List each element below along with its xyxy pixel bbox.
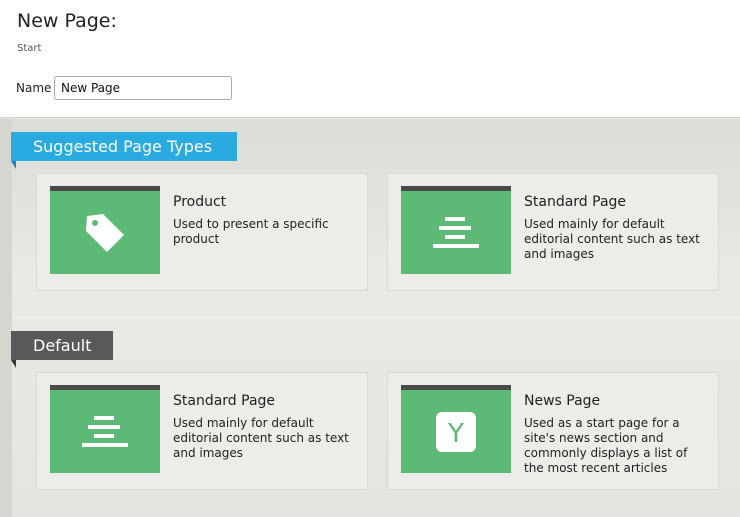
- page-title: New Page:: [17, 10, 117, 32]
- ribbon-fold: [11, 360, 16, 368]
- tag-icon: [50, 191, 160, 274]
- y-icon: Y: [401, 390, 511, 473]
- breadcrumb[interactable]: Start: [17, 43, 41, 54]
- text-lines-icon: [50, 390, 160, 473]
- card-title: Standard Page: [173, 393, 276, 409]
- page-type-card-product[interactable]: Product Used to present a specific produ…: [36, 173, 368, 291]
- card-description: Used to present a specific product: [173, 217, 329, 246]
- card-title: Standard Page: [524, 194, 627, 210]
- card-title: Product: [173, 194, 227, 210]
- page-type-card-standard-page[interactable]: Standard Page Used mainly for default ed…: [36, 372, 368, 490]
- card-title: News Page: [524, 393, 601, 409]
- card-description: Used mainly for default editorial conten…: [524, 217, 700, 261]
- section-ribbon-default: Default: [11, 331, 113, 360]
- card-thumbnail: [50, 385, 160, 473]
- card-description: Used as a start page for a site's news s…: [524, 416, 688, 475]
- card-thumbnail: [50, 186, 160, 274]
- name-label: Name: [16, 81, 52, 95]
- page-type-card-news-page[interactable]: Y News Page Used as a start page for a s…: [387, 372, 719, 490]
- svg-text:Y: Y: [447, 419, 464, 449]
- section-divider: [12, 317, 740, 318]
- card-thumbnail: Y: [401, 385, 511, 473]
- section-ribbon-suggested: Suggested Page Types: [11, 132, 237, 161]
- page-type-card-standard-page[interactable]: Standard Page Used mainly for default ed…: [387, 173, 719, 291]
- card-thumbnail: [401, 186, 511, 274]
- card-description: Used mainly for default editorial conten…: [173, 416, 349, 460]
- name-input[interactable]: [54, 76, 232, 100]
- ribbon-fold: [11, 161, 16, 169]
- text-lines-icon: [401, 191, 511, 274]
- page-header: New Page: Start Name: [0, 0, 740, 118]
- left-strip: [0, 119, 12, 517]
